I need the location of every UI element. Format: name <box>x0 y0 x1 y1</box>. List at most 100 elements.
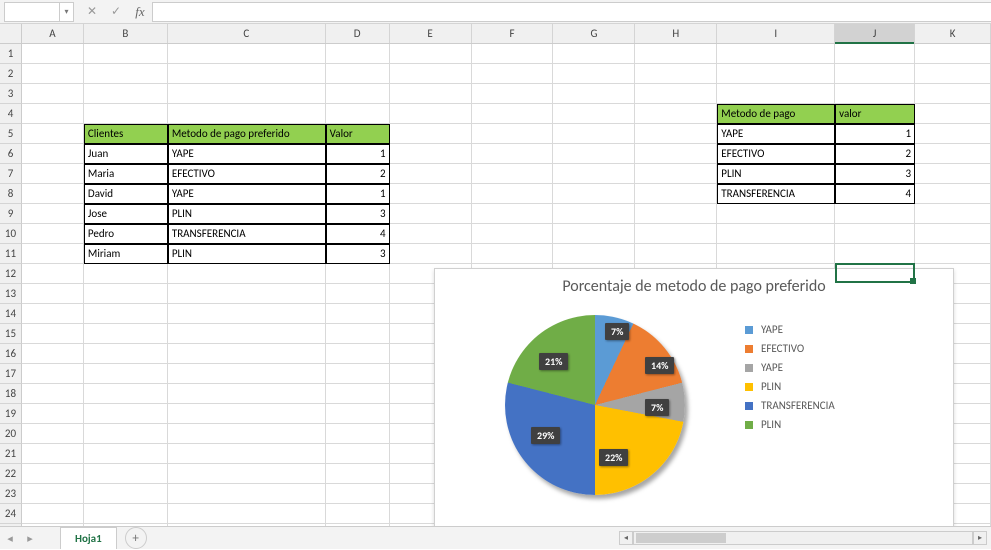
cell-G9[interactable] <box>553 204 635 224</box>
cell-I10[interactable] <box>717 224 835 244</box>
cell-I2[interactable] <box>717 64 835 84</box>
col-header-K[interactable]: K <box>915 24 991 43</box>
cell-J7[interactable]: 3 <box>835 164 915 184</box>
cell-A7[interactable] <box>22 164 84 184</box>
cell-F3[interactable] <box>472 84 554 104</box>
cell-C13[interactable] <box>168 284 326 304</box>
cell-D7[interactable]: 2 <box>326 164 390 184</box>
cell-C6[interactable]: YAPE <box>168 144 326 164</box>
row-header-14[interactable]: 14 <box>0 304 22 324</box>
cell-C10[interactable]: TRANSFERENCIA <box>168 224 326 244</box>
cell-A8[interactable] <box>22 184 84 204</box>
cell-K5[interactable] <box>915 124 991 144</box>
cell-J2[interactable] <box>835 64 915 84</box>
cell-B15[interactable] <box>84 324 168 344</box>
cell-I9[interactable] <box>717 204 835 224</box>
cell-F8[interactable] <box>472 184 554 204</box>
cell-D22[interactable] <box>326 464 390 484</box>
row-header-22[interactable]: 22 <box>0 464 22 484</box>
cell-A6[interactable] <box>22 144 84 164</box>
col-header-I[interactable]: I <box>717 24 835 43</box>
row-header-3[interactable]: 3 <box>0 84 22 104</box>
cell-F6[interactable] <box>472 144 554 164</box>
cell-I3[interactable] <box>717 84 835 104</box>
cell-D2[interactable] <box>326 64 390 84</box>
cell-G3[interactable] <box>553 84 635 104</box>
cell-C14[interactable] <box>168 304 326 324</box>
cell-D19[interactable] <box>326 404 390 424</box>
cell-B13[interactable] <box>84 284 168 304</box>
cell-B4[interactable] <box>84 104 168 124</box>
cell-C19[interactable] <box>168 404 326 424</box>
cell-B7[interactable]: Maria <box>84 164 168 184</box>
cell-B10[interactable]: Pedro <box>84 224 168 244</box>
cell-B9[interactable]: Jose <box>84 204 168 224</box>
cell-H7[interactable] <box>635 164 717 184</box>
col-header-C[interactable]: C <box>168 24 326 43</box>
cell-A21[interactable] <box>22 444 84 464</box>
cell-D12[interactable] <box>326 264 390 284</box>
cell-G2[interactable] <box>553 64 635 84</box>
cell-C18[interactable] <box>168 384 326 404</box>
cell-D23[interactable] <box>326 484 390 504</box>
cell-A19[interactable] <box>22 404 84 424</box>
cell-E11[interactable] <box>390 244 472 264</box>
cell-D16[interactable] <box>326 344 390 364</box>
cell-F1[interactable] <box>472 44 554 64</box>
cell-K2[interactable] <box>915 64 991 84</box>
row-header-23[interactable]: 23 <box>0 484 22 504</box>
cell-C2[interactable] <box>168 64 326 84</box>
cell-D15[interactable] <box>326 324 390 344</box>
cell-G10[interactable] <box>553 224 635 244</box>
cell-H10[interactable] <box>635 224 717 244</box>
cell-C24[interactable] <box>168 504 326 524</box>
cell-A23[interactable] <box>22 484 84 504</box>
cell-C8[interactable]: YAPE <box>168 184 326 204</box>
cell-D20[interactable] <box>326 424 390 444</box>
cell-C12[interactable] <box>168 264 326 284</box>
cell-K6[interactable] <box>915 144 991 164</box>
cell-D5[interactable]: Valor <box>326 124 390 144</box>
cell-F7[interactable] <box>472 164 554 184</box>
cell-I4[interactable]: Metodo de pago <box>717 104 835 124</box>
cell-J4[interactable]: valor <box>835 104 915 124</box>
cell-A10[interactable] <box>22 224 84 244</box>
cell-E10[interactable] <box>390 224 472 244</box>
cell-B8[interactable]: David <box>84 184 168 204</box>
cell-A3[interactable] <box>22 84 84 104</box>
row-header-19[interactable]: 19 <box>0 404 22 424</box>
cell-B18[interactable] <box>84 384 168 404</box>
cell-B12[interactable] <box>84 264 168 284</box>
cell-H2[interactable] <box>635 64 717 84</box>
cell-F9[interactable] <box>472 204 554 224</box>
cell-K9[interactable] <box>915 204 991 224</box>
row-header-20[interactable]: 20 <box>0 424 22 444</box>
cell-H3[interactable] <box>635 84 717 104</box>
cell-B3[interactable] <box>84 84 168 104</box>
col-header-E[interactable]: E <box>390 24 472 43</box>
tab-nav-prev[interactable]: ◂ <box>0 532 20 545</box>
cell-D14[interactable] <box>326 304 390 324</box>
col-header-B[interactable]: B <box>84 24 168 43</box>
col-header-D[interactable]: D <box>326 24 390 43</box>
col-header-A[interactable]: A <box>22 24 84 43</box>
row-header-17[interactable]: 17 <box>0 364 22 384</box>
cell-A1[interactable] <box>22 44 84 64</box>
cell-I5[interactable]: YAPE <box>717 124 835 144</box>
cell-D21[interactable] <box>326 444 390 464</box>
cell-D18[interactable] <box>326 384 390 404</box>
cell-D24[interactable] <box>326 504 390 524</box>
cell-C1[interactable] <box>168 44 326 64</box>
cell-J6[interactable]: 2 <box>835 144 915 164</box>
cell-A12[interactable] <box>22 264 84 284</box>
cell-C21[interactable] <box>168 444 326 464</box>
row-header-8[interactable]: 8 <box>0 184 22 204</box>
cell-H11[interactable] <box>635 244 717 264</box>
fx-icon[interactable]: fx <box>128 2 152 22</box>
cell-B20[interactable] <box>84 424 168 444</box>
cell-G1[interactable] <box>553 44 635 64</box>
row-header-7[interactable]: 7 <box>0 164 22 184</box>
cell-C20[interactable] <box>168 424 326 444</box>
cell-E1[interactable] <box>390 44 472 64</box>
cell-K3[interactable] <box>915 84 991 104</box>
